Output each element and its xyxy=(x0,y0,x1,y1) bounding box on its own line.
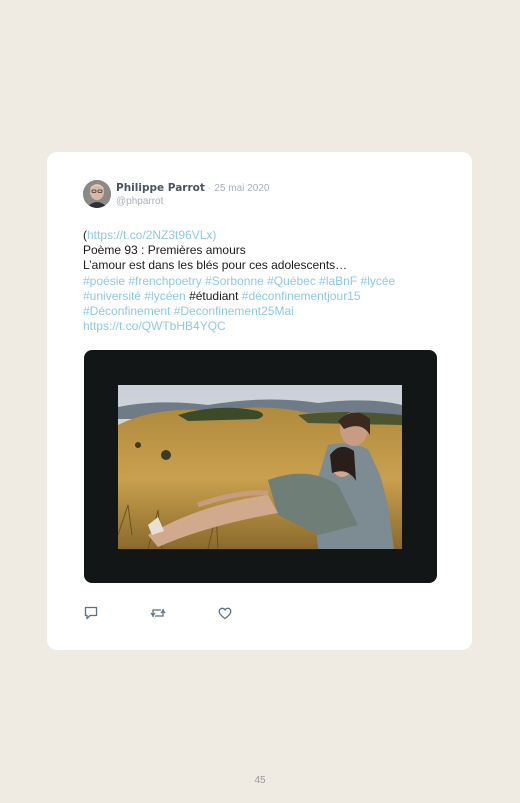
page-number: 45 xyxy=(254,775,266,786)
like-icon[interactable] xyxy=(217,605,235,623)
tweet-card: Philippe Parrot · 25 mai 2020 @phparrot … xyxy=(47,152,472,650)
tweet-text: (https://t.co/2NZ3t96VLx) Poème 93 : Prem… xyxy=(83,228,453,334)
hashtag-link[interactable]: #déconfinementjour15 xyxy=(238,289,361,303)
tweet-text-line: L’amour est dans les blés pour ces adole… xyxy=(83,258,453,273)
hashtag-link[interactable]: #Déconfinement #Deconfinement25Mai xyxy=(83,304,294,318)
tweet-text-line: (https://t.co/2NZ3t96VLx) xyxy=(83,228,453,243)
photo-couple-in-wheat-field xyxy=(118,385,402,549)
author-handle[interactable]: @phparrot xyxy=(116,196,163,207)
tweet-text-segment: L’amour est dans les blés pour ces adole… xyxy=(83,258,348,273)
tweet-text-line: #Déconfinement #Deconfinement25Mai xyxy=(83,304,453,319)
header-separator: · xyxy=(207,183,212,194)
hashtag-link[interactable]: #université #lycéen xyxy=(83,289,189,303)
tweet-media[interactable] xyxy=(84,350,437,583)
hashtag-link[interactable]: #poésie #frenchpoetry #Sorbonne #Québec … xyxy=(83,274,395,288)
avatar[interactable] xyxy=(83,180,111,208)
tweet-text-segment: Poème 93 : Premières amours xyxy=(83,243,246,258)
tweet-text-line: https://t.co/QWTbHB4YQC xyxy=(83,319,453,334)
tweet-text-line: #poésie #frenchpoetry #Sorbonne #Québec … xyxy=(83,274,453,289)
tweet-text-line: Poème 93 : Premières amours xyxy=(83,243,453,258)
tweet-text-line: #université #lycéen #étudiant #déconfine… xyxy=(83,289,453,304)
author-name[interactable]: Philippe Parrot xyxy=(116,182,205,194)
tweet-text-segment: #étudiant xyxy=(189,288,239,303)
tweet-link[interactable]: https://t.co/QWTbHB4YQC xyxy=(83,319,226,333)
tweet-date[interactable]: 25 mai 2020 xyxy=(214,183,269,194)
reply-icon[interactable] xyxy=(83,605,101,623)
tweet-header: Philippe Parrot · 25 mai 2020 xyxy=(116,182,269,194)
retweet-icon[interactable] xyxy=(149,605,167,623)
tweet-link[interactable]: https://t.co/2NZ3t96VLx) xyxy=(87,228,216,242)
